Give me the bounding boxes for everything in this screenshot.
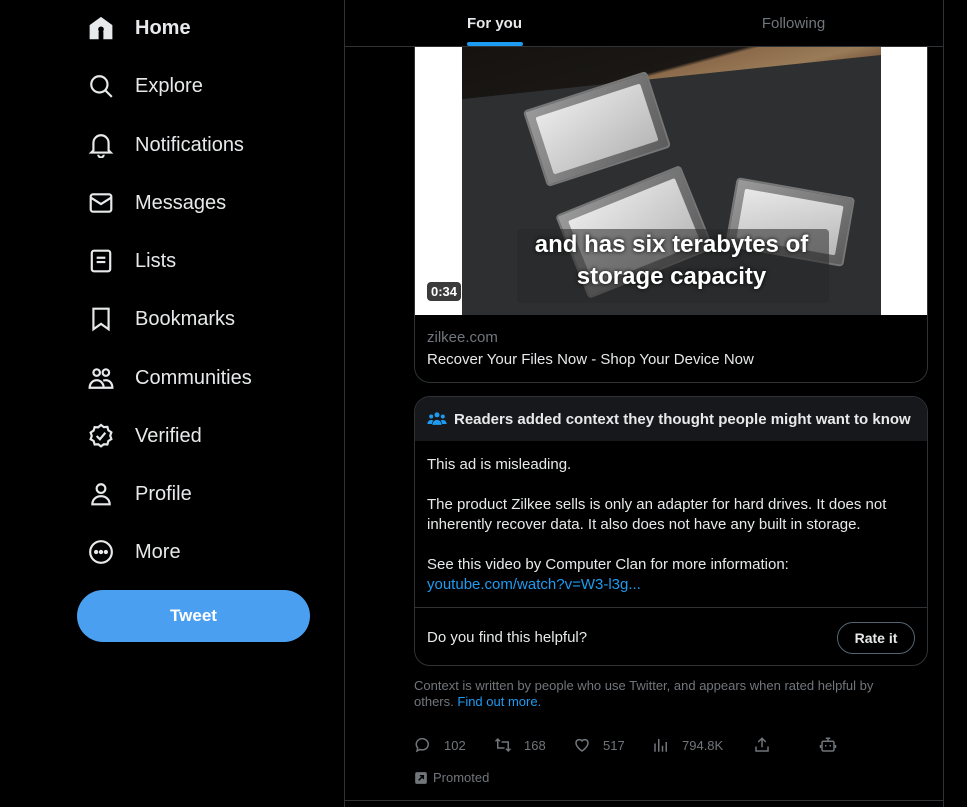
video-caption: storage capacity — [576, 263, 767, 290]
community-note-footer: Do you find this helpful? Rate it — [415, 607, 927, 665]
sidebar-item-label: Messages — [135, 191, 227, 214]
tweet-divider — [345, 800, 943, 801]
retweet-button[interactable]: 168 — [494, 736, 546, 754]
grok-button[interactable] — [819, 736, 837, 754]
sidebar-item-label: More — [135, 540, 181, 563]
views-chart-icon — [654, 739, 667, 752]
share-button[interactable] — [753, 736, 771, 754]
views-button[interactable]: 794.8K — [652, 736, 723, 754]
sidebar-nav: Home Explore Notifications Messages List… — [0, 0, 345, 807]
tweet-actions: 102 168 517 794.8K — [414, 736, 854, 758]
sidebar-item-notifications[interactable]: Notifications — [88, 125, 244, 165]
tab-label: Following — [761, 14, 826, 32]
community-note-header: Readers added context they thought peopl… — [415, 397, 927, 441]
community-note-body: This ad is misleading. The product Zilke… — [415, 441, 927, 595]
note-paragraph-text: See this video by Computer Clan for more… — [427, 556, 789, 573]
share-icon — [755, 737, 769, 752]
tab-following[interactable]: Following — [644, 0, 943, 46]
home-icon — [88, 15, 114, 41]
active-tab-indicator — [466, 42, 523, 46]
like-button[interactable]: 517 — [573, 736, 625, 754]
timeline-column: For you Following and has six terabytes … — [344, 0, 944, 807]
rate-it-button[interactable]: Rate it — [837, 621, 915, 654]
retweet-icon — [494, 737, 512, 753]
like-count: 517 — [603, 737, 625, 753]
sidebar-item-verified[interactable]: Verified — [88, 416, 202, 456]
video-duration-badge: 0:34 — [427, 282, 462, 301]
card-title: Recover Your Files Now - Shop Your Devic… — [427, 351, 754, 368]
bell-icon — [88, 132, 114, 158]
community-people-icon — [427, 412, 447, 425]
views-count: 794.8K — [682, 737, 724, 753]
ad-link-card[interactable]: and has six terabytes of storage capacit… — [414, 47, 928, 383]
find-out-more-link[interactable]: Find out more. — [457, 694, 541, 709]
sidebar-item-explore[interactable]: Explore — [88, 66, 203, 106]
sidebar-item-messages[interactable]: Messages — [88, 183, 226, 223]
reply-button[interactable]: 102 — [414, 736, 466, 754]
sidebar-item-profile[interactable]: Profile — [88, 474, 192, 514]
list-icon — [88, 248, 114, 274]
community-note-title: Readers added context they thought peopl… — [454, 410, 911, 428]
sidebar-item-label: Bookmarks — [135, 307, 236, 330]
sidebar-item-lists[interactable]: Lists — [88, 241, 176, 281]
verified-icon — [88, 423, 114, 449]
sidebar-item-label: Explore — [135, 74, 203, 97]
person-icon — [88, 481, 114, 507]
promoted-label: Promoted — [414, 770, 489, 785]
note-source-link[interactable]: youtube.com/watch?v=W3-l3g... — [427, 576, 641, 593]
sidebar-item-label: Home — [135, 16, 191, 39]
sidebar-item-home[interactable]: Home — [88, 8, 191, 48]
promoted-icon — [415, 771, 427, 784]
video-player[interactable]: and has six terabytes of storage capacit… — [415, 47, 927, 315]
robot-icon — [819, 737, 837, 752]
sidebar-item-more[interactable]: More — [88, 532, 181, 572]
retweet-count: 168 — [524, 737, 546, 753]
bookmark-icon — [88, 306, 114, 332]
sidebar-item-label: Communities — [135, 366, 252, 389]
tab-for-you[interactable]: For you — [345, 0, 644, 46]
tweet-button[interactable]: Tweet — [77, 590, 310, 642]
heart-icon — [575, 738, 589, 752]
note-paragraph: See this video by Computer Clan for more… — [427, 555, 915, 595]
sidebar-item-communities[interactable]: Communities — [88, 358, 252, 398]
more-circle-icon — [88, 539, 114, 565]
search-icon — [88, 73, 114, 99]
helpful-question: Do you find this helpful? — [427, 629, 588, 646]
context-disclaimer: Context is written by people who use Twi… — [414, 678, 914, 710]
note-paragraph: The product Zilkee sells is only an adap… — [427, 496, 887, 533]
tab-label: For you — [467, 14, 522, 32]
video-frame: and has six terabytes of storage capacit… — [462, 47, 881, 315]
card-domain: zilkee.com — [427, 329, 498, 346]
reply-count: 102 — [444, 737, 466, 753]
reply-icon — [415, 737, 429, 753]
sidebar-item-label: Profile — [135, 482, 192, 505]
sidebar-item-label: Verified — [135, 424, 202, 447]
sidebar-item-bookmarks[interactable]: Bookmarks — [88, 299, 235, 339]
sidebar-item-label: Lists — [135, 249, 177, 272]
note-paragraph: This ad is misleading. — [427, 456, 572, 473]
video-caption: and has six terabytes of — [534, 231, 809, 258]
envelope-icon — [88, 190, 114, 216]
timeline-tabs: For you Following — [345, 0, 943, 47]
sidebar-item-label: Notifications — [135, 133, 244, 156]
community-note: Readers added context they thought peopl… — [414, 396, 928, 666]
promoted-text: Promoted — [433, 770, 490, 785]
communities-icon — [88, 365, 114, 391]
